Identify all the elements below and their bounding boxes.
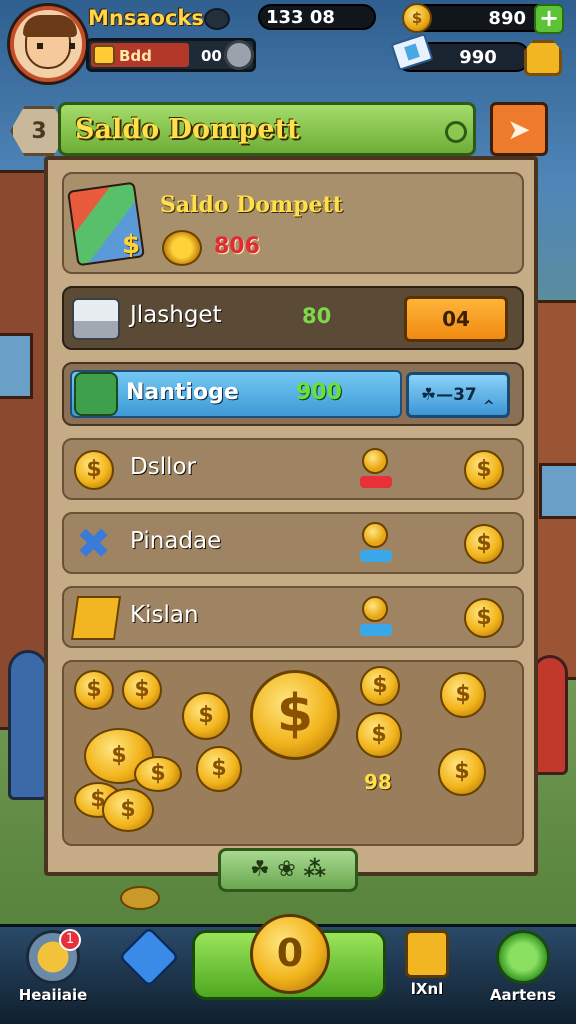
nav-item-actions[interactable]: Aartens — [478, 928, 568, 1020]
row-label: Dsllor — [130, 454, 197, 480]
panel-title: Saldo Dompett — [75, 113, 300, 145]
ticket-counter: 990 — [390, 33, 530, 72]
background-house-left — [0, 170, 50, 730]
row-label: Kislan — [130, 602, 199, 628]
dark-orb-icon — [204, 8, 230, 30]
coin-icon: $ — [134, 756, 182, 792]
ticket-icon — [390, 33, 434, 71]
score-value: 133 08 — [266, 6, 335, 28]
coin-pile-area: $ $ $ $ $ $ $ $ $ $ $ 98 $ $ — [62, 660, 524, 846]
row-amount: 80 — [302, 304, 332, 328]
level-label: Bdd — [119, 47, 152, 65]
score-display: 133 08 — [258, 4, 376, 30]
ribbon-icon — [360, 476, 392, 488]
row-amount: 900 — [296, 380, 342, 405]
badge-icon — [74, 372, 118, 416]
nav-label: lXnl — [410, 980, 444, 998]
ticket-count: 990 — [459, 46, 497, 68]
ribbon-icon — [360, 550, 392, 562]
list-item-dsllor[interactable]: $ Dsllor $ — [62, 438, 524, 500]
big-dollar-coin-icon: $ — [250, 670, 340, 760]
coin-icon: $ — [438, 748, 486, 796]
medal-icon — [362, 596, 388, 622]
list-item-pinadae[interactable]: ✖ Pinadae $ — [62, 512, 524, 574]
gold-flag-icon — [70, 596, 122, 640]
coin-icon: $ — [196, 746, 242, 792]
panel-header: Saldo Dompett — [58, 102, 476, 156]
balance-card: $ Saldo Dompett 806 — [62, 172, 524, 274]
list-item-jlashget[interactable]: Jlashget 80 04 — [62, 286, 524, 350]
coin-icon: $ — [440, 672, 486, 718]
balance-title: Saldo Dompett — [160, 192, 343, 218]
balance-value: 806 — [214, 234, 260, 259]
coin-reward-button[interactable]: $ — [464, 450, 504, 490]
coin-reward-button[interactable]: $ — [464, 524, 504, 564]
coin-counter: $ 890 + — [402, 3, 564, 34]
exchange-button[interactable]: ☘—37 ‸ — [406, 372, 510, 418]
printer-icon — [72, 298, 120, 340]
wallet-panel: $ Saldo Dompett 806 Jlashget 80 04 Nanti… — [44, 156, 538, 876]
background-character-left — [8, 650, 48, 800]
vine-icon — [445, 121, 467, 143]
dollar-icon: $ — [122, 230, 141, 260]
claim-button[interactable]: 04 — [404, 296, 508, 342]
coin-icon: $ — [74, 450, 114, 490]
blue-arrow-icon — [118, 926, 180, 988]
dropped-coin-icon — [120, 886, 160, 910]
nav-item-home[interactable]: 1 Heaiiaie — [8, 928, 98, 1020]
nav-label: Heaiiaie — [18, 986, 88, 1004]
coin-icon: $ — [122, 670, 162, 710]
gold-gear-icon — [162, 230, 202, 266]
shop-house-icon — [405, 930, 449, 978]
medal-icon — [362, 522, 388, 548]
row-label: Pinadae — [130, 528, 222, 554]
coin-stack-icon: 1 — [26, 929, 81, 984]
nav-item-arrow[interactable] — [104, 926, 194, 1020]
player-avatar[interactable] — [10, 6, 86, 82]
level-knob-icon[interactable] — [224, 40, 254, 70]
row-label: Nantioge — [126, 380, 239, 405]
cross-icon: ✖ — [76, 519, 112, 568]
add-coins-button[interactable]: + — [534, 4, 564, 34]
treasure-chest-icon[interactable] — [524, 40, 562, 76]
ribbon-icon — [360, 624, 392, 636]
avatar-face-icon — [23, 15, 77, 69]
coin-count: 890 — [488, 7, 526, 29]
nav-label: Aartens — [489, 986, 557, 1004]
coin-icon: $ — [356, 712, 402, 758]
play-coin-icon[interactable]: 0 — [250, 914, 330, 994]
list-item-kislan[interactable]: Kislan $ — [62, 586, 524, 648]
page-indicator-button[interactable]: ☘ ❀ ⁂ — [218, 848, 358, 892]
notification-badge: 1 — [59, 929, 81, 951]
player-name: Mnsaocks — [88, 6, 204, 30]
coin-icon: $ — [102, 788, 154, 832]
top-status-bar: Mnsaocks Bdd 00 133 08 $ 890 + 990 — [0, 0, 576, 90]
share-button[interactable]: ➤ — [490, 102, 548, 156]
leaf-icon — [496, 930, 550, 984]
coin-icon: $ — [402, 3, 432, 33]
nav-item-shop[interactable]: lXnl — [382, 928, 472, 1020]
coin-icon: $ — [182, 692, 230, 740]
coin-reward-button[interactable]: $ — [464, 598, 504, 638]
list-item-nantioge[interactable]: Nantioge 900 ☘—37 ‸ — [62, 362, 524, 426]
row-label: Jlashget — [130, 302, 222, 328]
coin-pile-count: 98 — [364, 770, 392, 794]
medal-icon — [362, 448, 388, 474]
coin-icon: $ — [360, 666, 400, 706]
coin-icon: $ — [74, 670, 114, 710]
level-value: 00 — [201, 47, 222, 65]
level-icon — [93, 45, 115, 65]
